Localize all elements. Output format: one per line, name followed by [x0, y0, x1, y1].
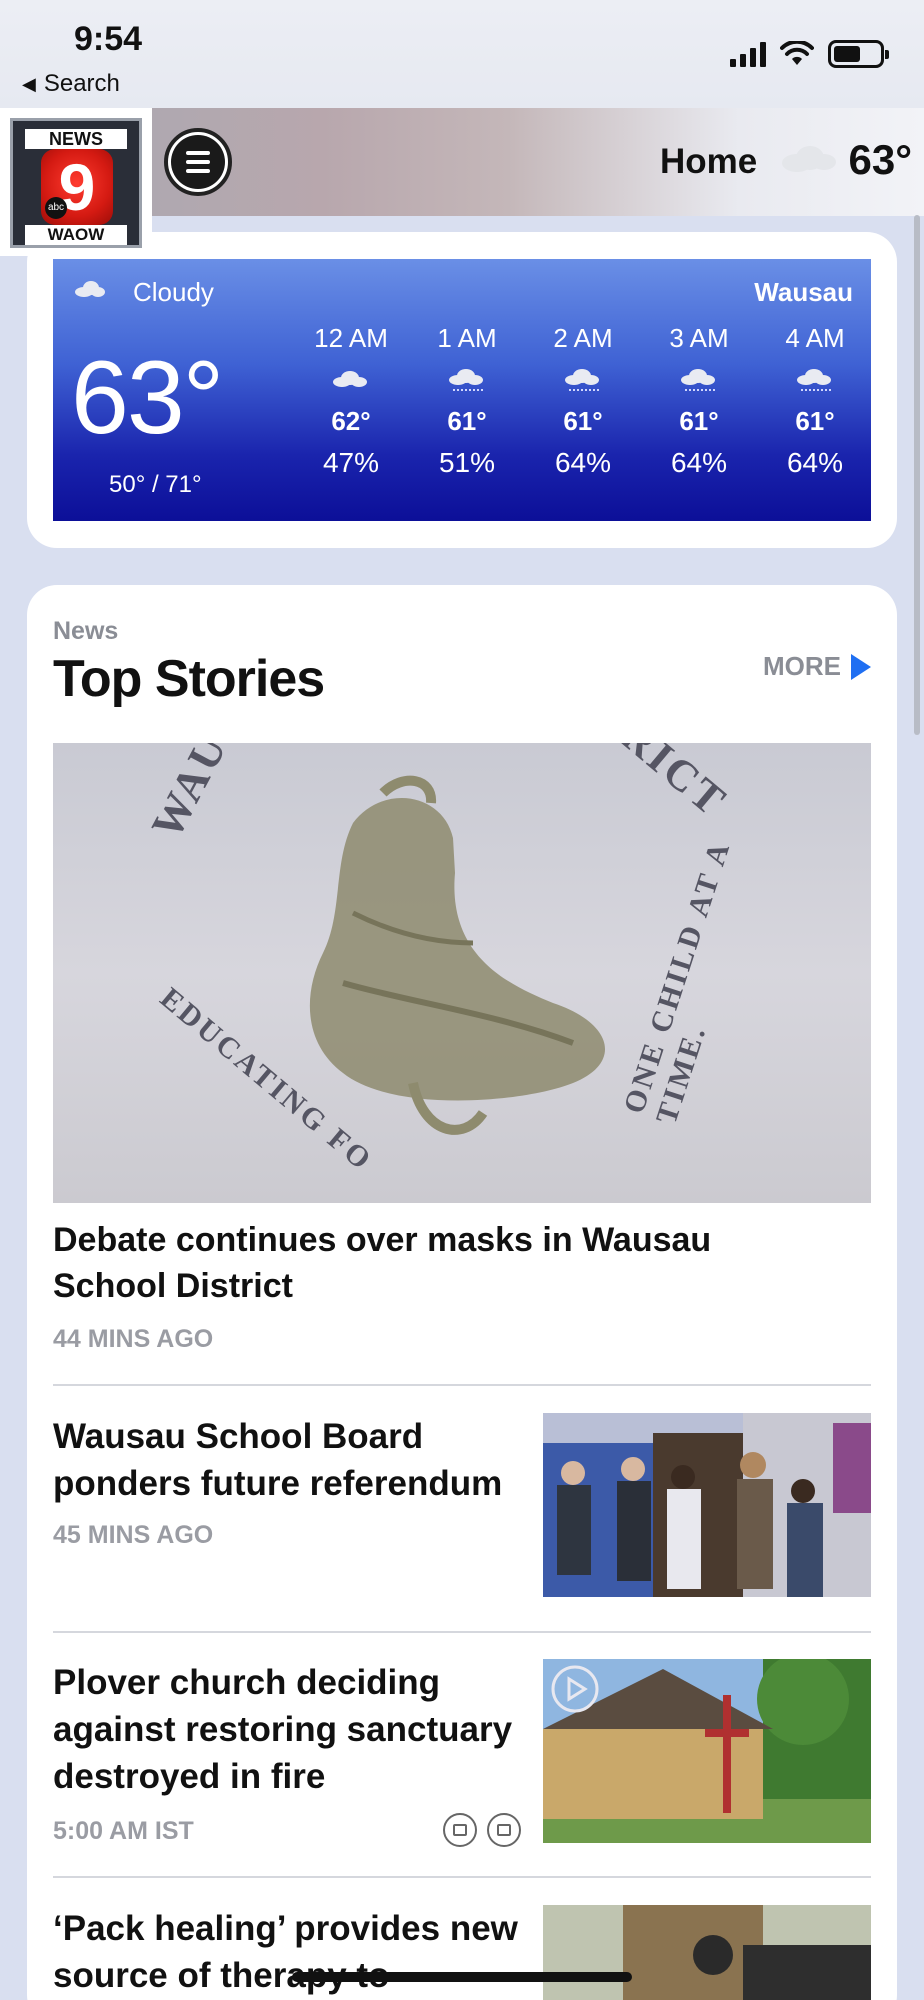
- more-link[interactable]: MORE: [763, 651, 871, 682]
- cloudy-icon: [331, 369, 371, 391]
- weather-panel[interactable]: Cloudy Wausau 63° 50° / 71° 12 AM 62° 47…: [53, 259, 871, 521]
- hero-headline[interactable]: Debate continues over masks in Wausau Sc…: [53, 1217, 753, 1309]
- weather-condition: Cloudy: [133, 277, 214, 307]
- hamburger-icon: [171, 135, 225, 189]
- story-timestamp: 5:00 AM IST: [53, 1817, 194, 1845]
- temperature-range: 50° / 71°: [109, 471, 202, 498]
- status-icons: [730, 40, 889, 68]
- status-bar: 9:54 ◀ Search: [0, 0, 924, 108]
- hour-label: 12 AM: [314, 323, 388, 353]
- divider: [53, 1384, 871, 1386]
- story-timestamp: 45 MINS AGO: [53, 1521, 214, 1549]
- story-thumbnail: [543, 1413, 871, 1597]
- scrollbar[interactable]: [914, 215, 920, 735]
- top-stories-card: News Top Stories MORE WAUSAU SC RICT ONE…: [27, 585, 897, 2000]
- menu-button[interactable]: [164, 128, 232, 196]
- station-logo[interactable]: NEWS 9 abc WAOW: [0, 108, 152, 256]
- hourly-item: 12 AM 62° 47%: [293, 323, 409, 479]
- battery-icon: [828, 40, 889, 68]
- hour-temperature: 61°: [795, 406, 835, 436]
- story-thumbnail: [543, 1659, 871, 1843]
- story-item[interactable]: Plover church deciding against restoring…: [53, 1659, 871, 1849]
- story-item[interactable]: Wausau School Board ponders future refer…: [53, 1413, 871, 1603]
- story-thumbnail: [543, 1905, 871, 2000]
- hour-label: 3 AM: [669, 323, 729, 353]
- logo-top-text: NEWS: [25, 129, 127, 149]
- hero-story-image[interactable]: WAUSAU SC RICT ONE CHILD AT A TIME. EDUC…: [53, 743, 871, 1203]
- story-headline: Plover church deciding against restoring…: [53, 1663, 513, 1796]
- hour-precipitation: 64%: [554, 447, 612, 478]
- story-headline: Wausau School Board ponders future refer…: [53, 1417, 503, 1503]
- hour-temperature: 62°: [331, 406, 371, 436]
- hour-label: 4 AM: [785, 323, 845, 353]
- hour-precipitation: 47%: [322, 447, 380, 478]
- cloudy-icon: [73, 281, 113, 303]
- weather-card[interactable]: Cloudy Wausau 63° 50° / 71° 12 AM 62° 47…: [27, 232, 897, 548]
- header-home-label[interactable]: Home: [660, 142, 757, 182]
- hourly-item: 2 AM 61° 64%: [525, 323, 641, 479]
- hour-temperature: 61°: [563, 406, 603, 436]
- video-icon: [443, 1813, 477, 1847]
- section-title: Top Stories: [53, 650, 325, 708]
- rain-icon: [447, 369, 487, 391]
- play-arrow-icon: [851, 653, 871, 680]
- story-headline: ‘Pack healing’ provides new source of th…: [53, 1909, 518, 1995]
- more-label: MORE: [763, 651, 841, 681]
- hero-timestamp: 44 MINS AGO: [53, 1325, 214, 1353]
- current-temperature: 63°: [71, 340, 224, 456]
- hour-precipitation: 51%: [438, 447, 496, 478]
- divider: [53, 1631, 871, 1633]
- header-temperature: 63°: [848, 136, 912, 183]
- hour-temperature: 61°: [679, 406, 719, 436]
- hourly-item: 4 AM 61° 64%: [757, 323, 873, 479]
- back-triangle-icon: ◀: [22, 73, 36, 94]
- cellular-signal-icon: [730, 41, 766, 67]
- hour-temperature: 61°: [447, 406, 487, 436]
- logo-bottom-text: WAOW: [25, 225, 127, 245]
- hour-precipitation: 64%: [670, 447, 728, 478]
- rain-icon: [795, 369, 835, 391]
- rain-icon: [563, 369, 603, 391]
- header-weather[interactable]: 63°: [778, 136, 912, 184]
- wifi-icon: [780, 41, 814, 65]
- back-to-search-button[interactable]: ◀ Search: [22, 70, 120, 98]
- hourly-item: 1 AM 61° 51%: [409, 323, 525, 479]
- gallery-icon: [487, 1813, 521, 1847]
- section-kicker: News: [53, 617, 119, 645]
- media-icons: [443, 1813, 521, 1847]
- home-indicator[interactable]: [292, 1972, 632, 1982]
- rain-icon: [679, 369, 719, 391]
- logo-network: abc: [45, 197, 67, 219]
- divider: [53, 1876, 871, 1878]
- hourly-forecast: 12 AM 62° 47% 1 AM 61° 51% 2 AM 61° 64% …: [293, 323, 873, 479]
- hourly-item: 3 AM 61° 64%: [641, 323, 757, 479]
- hour-label: 2 AM: [553, 323, 613, 353]
- hour-precipitation: 64%: [786, 447, 844, 478]
- status-time: 9:54: [74, 20, 143, 58]
- story-item[interactable]: ‘Pack healing’ provides new source of th…: [53, 1905, 871, 2000]
- cloud-icon: [778, 144, 838, 176]
- weather-city: Wausau: [754, 277, 853, 307]
- hour-label: 1 AM: [437, 323, 497, 353]
- back-label: Search: [43, 70, 120, 97]
